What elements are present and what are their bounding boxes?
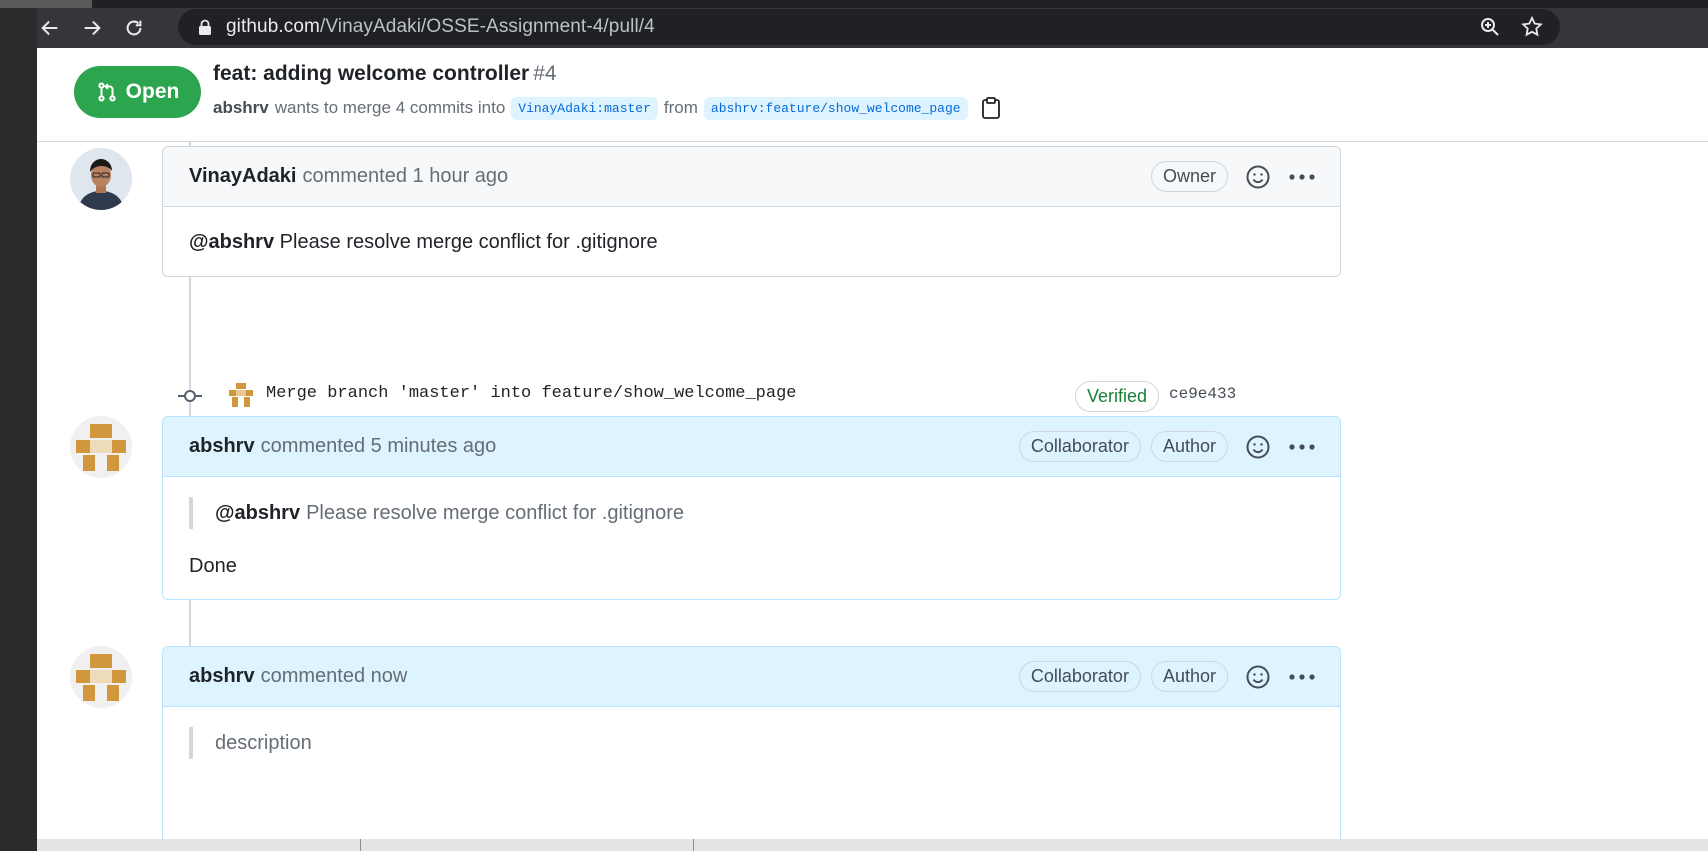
browser-toolbar: github.com/VinayAdaki/OSSE-Assignment-4/…	[37, 8, 1708, 48]
window-edge	[0, 0, 37, 851]
quote-text: Please resolve merge conflict for .gitig…	[306, 501, 685, 524]
github-page: Open feat: adding welcome controller #4 a…	[37, 48, 1708, 839]
owner-label: Owner	[1150, 161, 1228, 192]
smiley-icon[interactable]	[1244, 433, 1272, 461]
comment-body: @abshrv Please resolve merge conflict fo…	[163, 477, 1340, 602]
git-pull-request-icon	[98, 82, 116, 102]
avatar-abshrv[interactable]	[70, 646, 132, 708]
comment-body: @abshrv Please resolve merge conflict fo…	[163, 207, 1340, 278]
pr-title: feat: adding welcome controller #4	[213, 62, 557, 86]
back-icon[interactable]	[31, 9, 69, 47]
pr-number: #4	[533, 62, 557, 85]
kebab-icon[interactable]	[1286, 163, 1318, 191]
divider	[360, 839, 361, 851]
comment-author[interactable]: VinayAdaki	[189, 165, 296, 188]
comment-header: abshrv commented 5 minutes ago Collabora…	[163, 417, 1340, 477]
author-label: Author	[1150, 431, 1228, 462]
quote-text: description	[215, 731, 312, 754]
comment-author[interactable]: abshrv	[189, 435, 255, 458]
comment-author[interactable]: abshrv	[189, 665, 255, 688]
merge-text: wants to merge 4 commits into	[274, 98, 506, 117]
kebab-icon[interactable]	[1286, 433, 1318, 461]
zoom-icon[interactable]	[1478, 15, 1502, 39]
collaborator-label: Collaborator	[1018, 661, 1141, 692]
smiley-icon[interactable]	[1244, 163, 1272, 191]
base-branch[interactable]: VinayAdaki:master	[511, 96, 658, 120]
user-mention[interactable]: @abshrv	[215, 502, 300, 525]
commit-event: Merge branch 'master' into feature/show_…	[37, 378, 1708, 414]
reload-icon[interactable]	[115, 9, 153, 47]
pr-state-label: Open	[125, 80, 180, 103]
comment-actions: Collaborator Author	[1018, 661, 1318, 692]
head-branch[interactable]: abshrv:feature/show_welcome_page	[703, 96, 968, 120]
comment-actions: Owner	[1150, 161, 1318, 192]
pr-author-link[interactable]: abshrv	[213, 98, 269, 118]
commit-message[interactable]: Merge branch 'master' into feature/show_…	[266, 384, 797, 403]
star-icon[interactable]	[1520, 15, 1544, 39]
git-commit-icon	[178, 390, 202, 402]
smiley-icon[interactable]	[1244, 663, 1272, 691]
comment-timestamp[interactable]: commented 1 hour ago	[302, 165, 508, 188]
copy-icon[interactable]	[980, 96, 1002, 120]
from-text: from	[663, 98, 698, 117]
address-bar[interactable]: github.com/VinayAdaki/OSSE-Assignment-4/…	[178, 9, 1560, 45]
author-label: Author	[1150, 661, 1228, 692]
comment-header: abshrv commented now Collaborator Author	[163, 647, 1340, 707]
pr-meta: abshrv wants to merge 4 commits into Vin…	[213, 96, 1002, 120]
bottom-scroll-strip	[37, 839, 1708, 851]
avatar-abshrv[interactable]	[70, 416, 132, 478]
comment-timestamp[interactable]: commented 5 minutes ago	[261, 435, 497, 458]
identicon-avatar[interactable]	[227, 381, 255, 409]
comment-body: description	[163, 707, 1340, 809]
pr-sticky-header: Open feat: adding welcome controller #4 a…	[37, 48, 1708, 142]
verified-badge[interactable]: Verified	[1075, 381, 1160, 412]
forward-icon[interactable]	[73, 9, 111, 47]
url-text: github.com/VinayAdaki/OSSE-Assignment-4/…	[226, 16, 655, 37]
tab-strip-stub	[0, 0, 92, 8]
comment-text: Done	[189, 555, 237, 577]
blockquote: @abshrv Please resolve merge conflict fo…	[189, 497, 1316, 529]
comment-actions: Collaborator Author	[1018, 431, 1318, 462]
blockquote: description	[189, 727, 1316, 759]
lock-icon	[199, 19, 211, 35]
commit-sha[interactable]: ce9e433	[1169, 385, 1236, 403]
comment-text: Please resolve merge conflict for .gitig…	[279, 231, 658, 253]
user-mention[interactable]: @abshrv	[189, 231, 274, 253]
avatar-vinayadaki[interactable]	[70, 148, 132, 210]
kebab-icon[interactable]	[1286, 663, 1318, 691]
collaborator-label: Collaborator	[1018, 431, 1141, 462]
comment-3: abshrv commented now Collaborator Author…	[162, 646, 1341, 839]
comment-header: VinayAdaki commented 1 hour ago Owner	[163, 147, 1340, 207]
comment-timestamp[interactable]: commented now	[261, 665, 408, 688]
comment-2: abshrv commented 5 minutes ago Collabora…	[162, 416, 1341, 600]
comment-1: VinayAdaki commented 1 hour ago Owner @a…	[162, 146, 1341, 277]
pr-state-badge: Open	[74, 66, 201, 118]
divider	[693, 839, 694, 851]
pr-title-text: feat: adding welcome controller	[213, 62, 530, 85]
